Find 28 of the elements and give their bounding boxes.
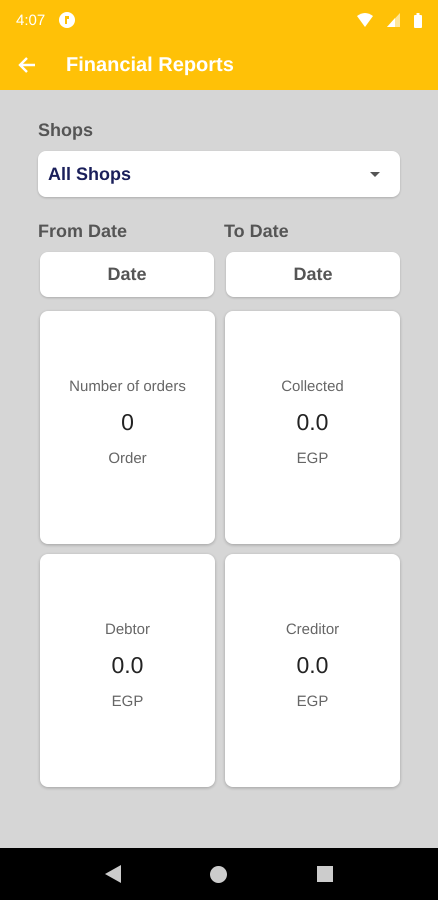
home-nav-icon[interactable]	[210, 866, 228, 882]
stat-label: Number of orders	[69, 378, 186, 395]
dropdown-caret-icon	[370, 172, 380, 176]
wifi-icon	[357, 13, 373, 27]
date-button[interactable]: Date	[40, 252, 214, 297]
stat-value: 0.0	[296, 409, 328, 436]
status-time: 4:07	[16, 12, 46, 28]
field-label: To Date	[224, 221, 290, 242]
stat-value: 0.0	[112, 652, 144, 679]
app-notification-icon	[59, 12, 76, 28]
stat-label: Debtor	[104, 621, 150, 638]
stat-unit: EGP	[112, 693, 144, 710]
back-nav-icon[interactable]	[104, 865, 121, 883]
recents-nav-icon[interactable]	[317, 866, 334, 882]
stat-unit: Order	[108, 450, 147, 467]
signal-icon	[387, 13, 400, 27]
field-label: From Date	[38, 221, 128, 242]
stat-label: Collected	[281, 378, 344, 395]
stat-unit: EGP	[296, 450, 328, 467]
field-label: Shops	[38, 120, 94, 141]
date-button[interactable]: Date	[226, 252, 400, 297]
stat-label: Creditor	[286, 621, 340, 638]
stat-value: 0	[121, 409, 134, 436]
screen-title: Financial Reports	[66, 54, 234, 76]
stat-value: 0.0	[296, 652, 328, 679]
shop-dropdown[interactable]: All Shops	[38, 151, 400, 197]
stat-unit: EGP	[296, 693, 328, 710]
battery-icon	[414, 12, 422, 28]
